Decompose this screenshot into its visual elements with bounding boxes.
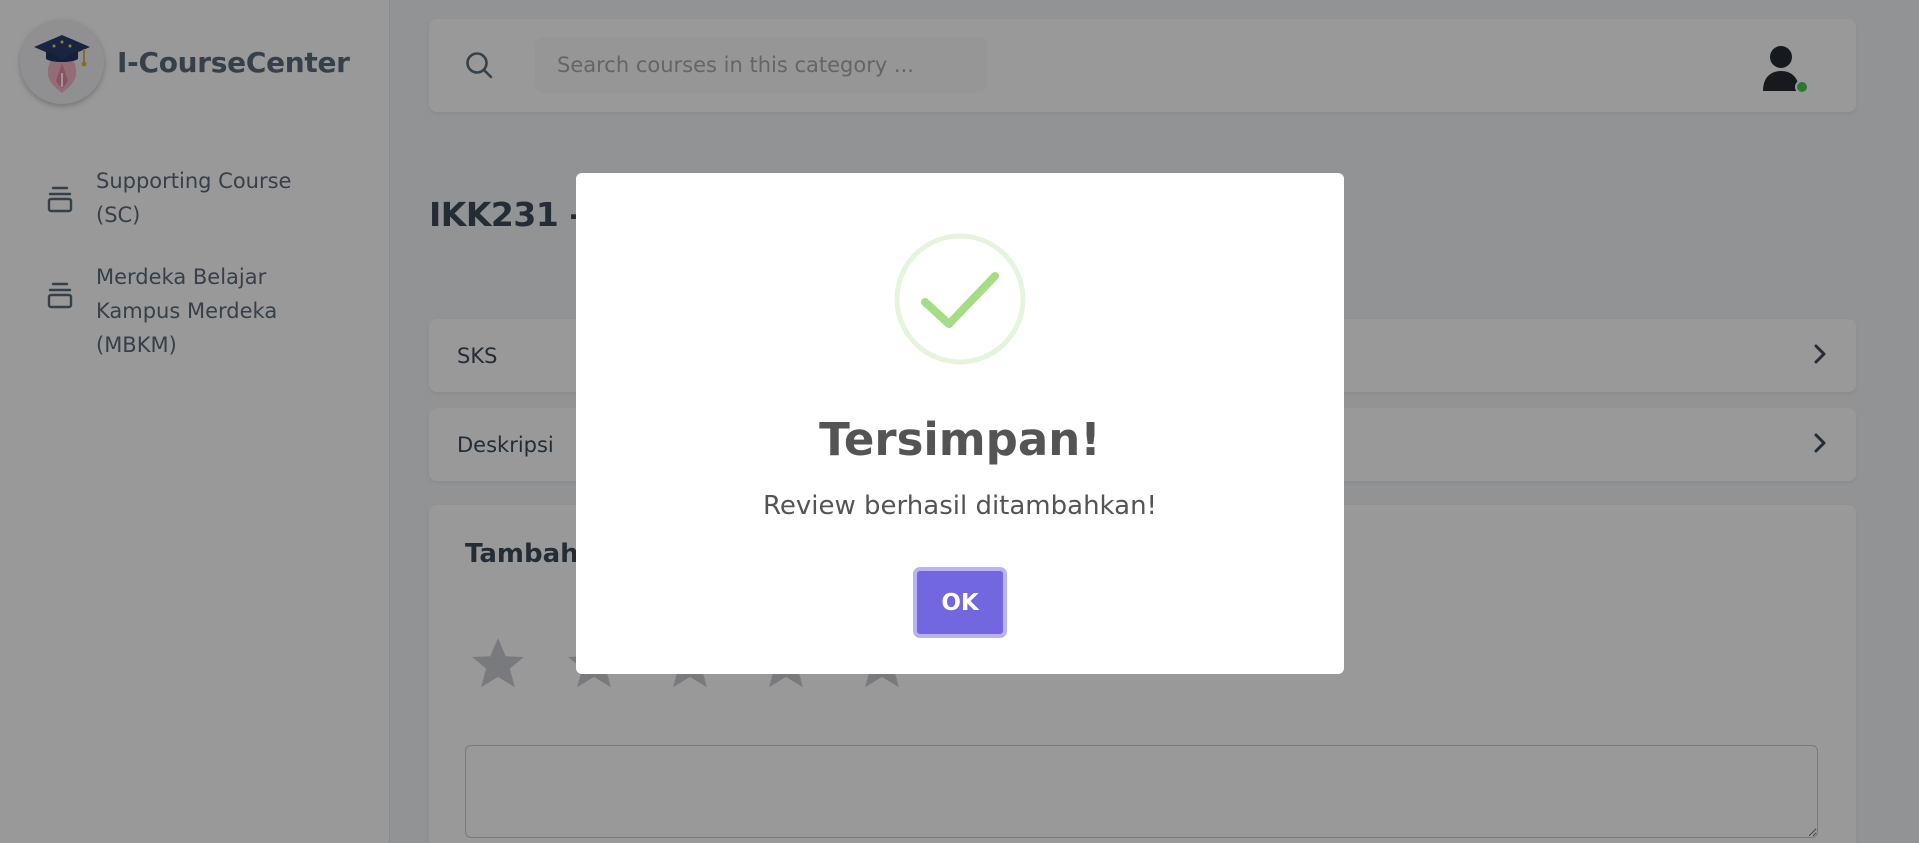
- ok-button[interactable]: OK: [913, 567, 1007, 638]
- dialog-title: Tersimpan!: [819, 413, 1101, 466]
- success-dialog: Tersimpan! Review berhasil ditambahkan! …: [576, 173, 1344, 674]
- dialog-message: Review berhasil ditambahkan!: [763, 491, 1157, 521]
- success-check-icon: [893, 232, 1027, 366]
- app-root: I-CourseCenter Supporting Course (SC) Me…: [0, 0, 1919, 843]
